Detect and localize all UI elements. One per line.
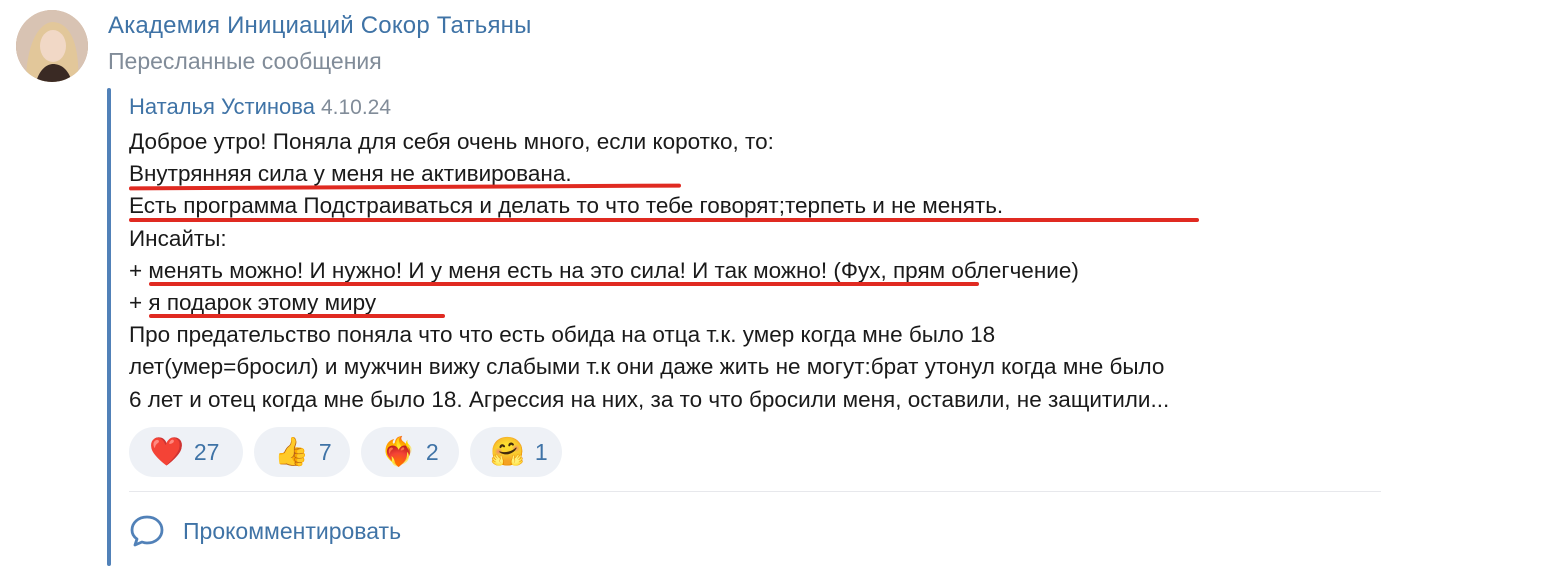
reactions-bar: ❤️ 27 👍 7 ❤️‍🔥 2 🤗 1 [129,427,562,477]
comment-label: Прокомментировать [183,517,402,544]
reaction-count: 27 [193,438,220,465]
reaction-thumbs-up[interactable]: 👍 7 [254,427,350,477]
reaction-heart-on-fire[interactable]: ❤️‍🔥 2 [361,427,459,477]
hugging-face-icon: 🤗 [490,435,525,468]
comment-button[interactable]: Прокомментировать [129,514,401,548]
comment-bubble-icon [129,514,165,548]
message-line: + я подарок этому миру [129,287,1429,319]
red-underline [149,314,445,319]
message-line: Есть программа Подстраиваться и делать т… [129,190,1429,223]
message-line: + менять можно! И нужно! И у меня есть н… [129,255,1429,287]
reaction-hugging-face[interactable]: 🤗 1 [470,427,562,477]
forwarded-subtitle: Пересланные сообщения [108,48,382,74]
reaction-red-heart[interactable]: ❤️ 27 [129,427,243,477]
heart-on-fire-icon: ❤️‍🔥 [381,435,416,468]
message-line: Про предательство поняла что что есть об… [129,322,996,348]
message-line: лет(умер=бросил) и мужчин вижу слабыми т… [129,354,1165,380]
thumbs-up-icon: 👍 [274,435,309,468]
reaction-count: 7 [318,438,332,465]
forward-author-row: Наталья Устинова 4.10.24 [129,94,391,120]
message-line: 6 лет и отец когда мне было 18. Агрессия… [129,386,1170,412]
quote-bar [107,88,111,566]
red-heart-icon: ❤️ [149,435,184,468]
forward-date: 4.10.24 [320,96,392,119]
channel-name[interactable]: Академия Инициаций Сокор Татьяны [108,12,532,40]
avatar-image [16,10,88,82]
forward-author-name[interactable]: Наталья Устинова [129,94,315,119]
message-line: Доброе утро! Поняла для себя очень много… [129,129,774,154]
red-underline [149,281,979,286]
message-line: Внутрянняя сила у меня не активирована. [128,158,1429,191]
message-text: Доброе утро! Поняла для себя очень много… [128,126,1429,416]
message-line: Инсайты: [129,225,227,251]
channel-avatar[interactable] [16,10,88,82]
reaction-count: 1 [534,438,548,465]
divider [129,491,1381,492]
reaction-count: 2 [425,438,439,465]
